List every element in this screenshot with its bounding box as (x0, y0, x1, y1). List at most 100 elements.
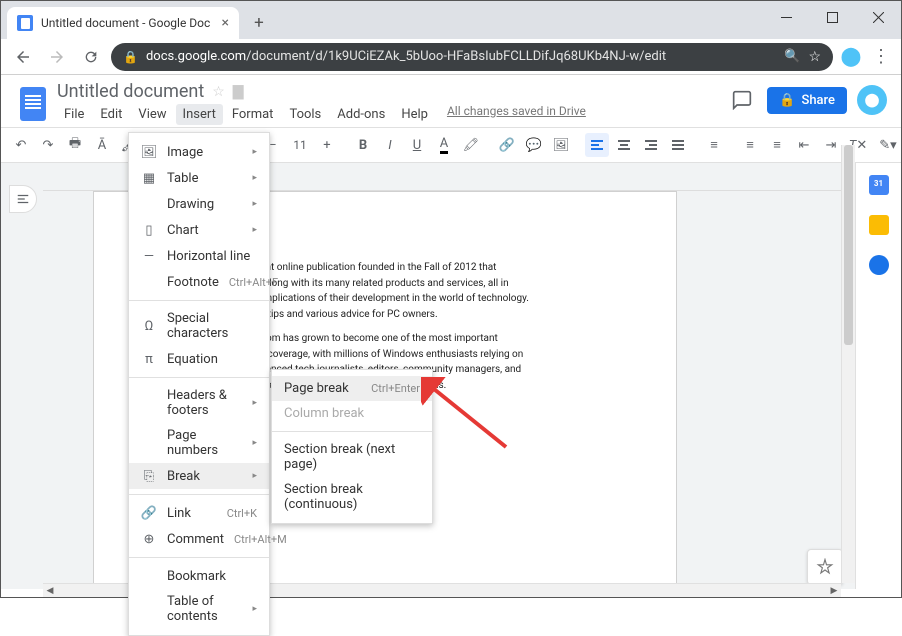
menu-format[interactable]: Format (225, 104, 281, 125)
fontsize-input[interactable]: 11 (288, 133, 312, 157)
line-spacing-button[interactable]: ≡ (702, 133, 726, 157)
insert-table-item[interactable]: ▦Table▸ (129, 165, 269, 191)
highlight-button[interactable]: 🖍 (459, 133, 483, 157)
menu-help[interactable]: Help (394, 104, 435, 125)
explore-button[interactable] (807, 549, 843, 585)
drawing-icon (141, 196, 157, 212)
forward-button[interactable] (43, 43, 71, 71)
scroll-left-icon[interactable]: ◀ (43, 584, 57, 598)
italic-button[interactable]: I (378, 133, 402, 157)
insert-footnote-item[interactable]: FootnoteCtrl+Alt+F (129, 269, 269, 295)
insert-dropdown: 🖼Image▸ ▦Table▸ Drawing▸ ▯Chart▸ —Horizo… (128, 132, 270, 636)
lock-icon: 🔒 (779, 93, 795, 108)
insert-pagenum-item[interactable]: Page numbers▸ (129, 423, 269, 463)
browser-menu-icon[interactable]: ⋮ (869, 45, 893, 69)
insert-hr-item[interactable]: —Horizontal line (129, 243, 269, 269)
share-label: Share (801, 93, 835, 108)
docs-header: Untitled document ☆ ▇ File Edit View Ins… (1, 75, 901, 127)
move-folder-icon[interactable]: ▇ (233, 84, 244, 100)
table-icon: ▦ (141, 170, 157, 186)
menu-file[interactable]: File (57, 104, 91, 125)
insert-drawing-item[interactable]: Drawing▸ (129, 191, 269, 217)
user-avatar[interactable]: ⬤ (857, 85, 887, 115)
browser-tab[interactable]: Untitled document - Google Doc × (7, 7, 239, 39)
align-left-button[interactable] (585, 133, 609, 157)
fontsize-increase[interactable]: + (315, 133, 339, 157)
insert-link-button[interactable]: 🔗 (495, 133, 519, 157)
decrease-indent-button[interactable]: ⇤ (792, 133, 816, 157)
bold-button[interactable]: B (351, 133, 375, 157)
link-icon: 🔗 (141, 505, 157, 521)
align-right-button[interactable] (639, 133, 663, 157)
image-icon: 🖼 (141, 144, 157, 160)
menu-edit[interactable]: Edit (93, 104, 129, 125)
menu-addons[interactable]: Add-ons (330, 104, 392, 125)
scroll-right-icon[interactable]: ▶ (827, 584, 841, 598)
url-field[interactable]: 🔒 docs.google.com/document/d/1k9UCiEZAk_… (111, 43, 833, 71)
pi-icon: π (141, 351, 157, 367)
insert-comment-item[interactable]: ⊕CommentCtrl+Alt+M (129, 526, 269, 552)
tab-title: Untitled document - Google Doc (41, 16, 210, 30)
reload-button[interactable] (77, 43, 105, 71)
save-status[interactable]: All changes saved in Drive (447, 104, 586, 125)
left-gutter (1, 163, 43, 589)
menu-view[interactable]: View (131, 104, 173, 125)
undo-button[interactable]: ↶ (9, 133, 33, 157)
new-tab-button[interactable]: + (245, 9, 273, 37)
star-icon[interactable]: ☆ (212, 84, 225, 100)
section-break-cont-item[interactable]: Section break (continuous) (272, 477, 432, 517)
numbered-list-button[interactable]: ≡ (738, 133, 762, 157)
close-tab-icon[interactable]: × (222, 15, 229, 31)
spellcheck-button[interactable]: Ā (90, 133, 114, 157)
comment-icon: ⊕ (141, 531, 157, 547)
text-color-button[interactable]: A (432, 133, 456, 157)
calendar-icon[interactable] (869, 175, 889, 195)
back-button[interactable] (9, 43, 37, 71)
extension-icon[interactable]: ⬤ (839, 45, 863, 69)
redo-button[interactable]: ↷ (36, 133, 60, 157)
insert-image-item[interactable]: 🖼Image▸ (129, 139, 269, 165)
insert-special-item[interactable]: ΩSpecial characters (129, 306, 269, 346)
window-controls (763, 1, 901, 33)
keep-icon[interactable] (869, 215, 889, 235)
align-center-button[interactable] (612, 133, 636, 157)
lock-icon: 🔒 (123, 50, 138, 64)
page-break-item[interactable]: Page breakCtrl+Enter (272, 376, 432, 401)
address-bar: 🔒 docs.google.com/document/d/1k9UCiEZAk_… (1, 39, 901, 75)
align-justify-button[interactable] (666, 133, 690, 157)
menu-tools[interactable]: Tools (282, 104, 328, 125)
break-submenu: Page breakCtrl+Enter Column break Sectio… (271, 369, 433, 524)
insert-equation-item[interactable]: πEquation (129, 346, 269, 372)
document-title[interactable]: Untitled document (57, 81, 204, 102)
zoom-icon[interactable]: 🔍 (784, 49, 800, 64)
bulleted-list-button[interactable]: ≡ (765, 133, 789, 157)
insert-chart-item[interactable]: ▯Chart▸ (129, 217, 269, 243)
section-break-next-item[interactable]: Section break (next page) (272, 437, 432, 477)
close-window-button[interactable] (855, 1, 901, 33)
menu-insert[interactable]: Insert (176, 104, 223, 125)
comments-icon[interactable] (727, 85, 757, 115)
outline-toggle-button[interactable] (9, 185, 37, 213)
minimize-button[interactable] (763, 1, 809, 33)
print-button[interactable]: 🖶 (63, 133, 87, 157)
editing-mode-button[interactable]: ✎▾ (876, 133, 900, 157)
share-button[interactable]: 🔒 Share (767, 87, 847, 114)
vertical-scrollbar[interactable] (841, 145, 855, 583)
insert-bookmark-item[interactable]: Bookmark (129, 563, 269, 589)
insert-link-item[interactable]: 🔗LinkCtrl+K (129, 500, 269, 526)
insert-break-item[interactable]: ⎘Break▸ (129, 463, 269, 489)
insert-image-button[interactable]: 🖼 (549, 133, 573, 157)
insert-comment-button[interactable]: 💬 (522, 133, 546, 157)
increase-indent-button[interactable]: ⇥ (819, 133, 843, 157)
url-text: docs.google.com/document/d/1k9UCiEZAk_5b… (146, 49, 776, 64)
maximize-button[interactable] (809, 1, 855, 33)
insert-headers-item[interactable]: Headers & footers▸ (129, 383, 269, 423)
docs-logo[interactable] (15, 81, 51, 127)
tasks-icon[interactable] (869, 255, 889, 275)
menu-bar: File Edit View Insert Format Tools Add-o… (57, 104, 727, 125)
insert-toc-item[interactable]: Table of contents▸ (129, 589, 269, 629)
column-break-item: Column break (272, 401, 432, 426)
side-panel (855, 163, 901, 589)
bookmark-star-icon[interactable]: ☆ (808, 49, 821, 65)
underline-button[interactable]: U (405, 133, 429, 157)
